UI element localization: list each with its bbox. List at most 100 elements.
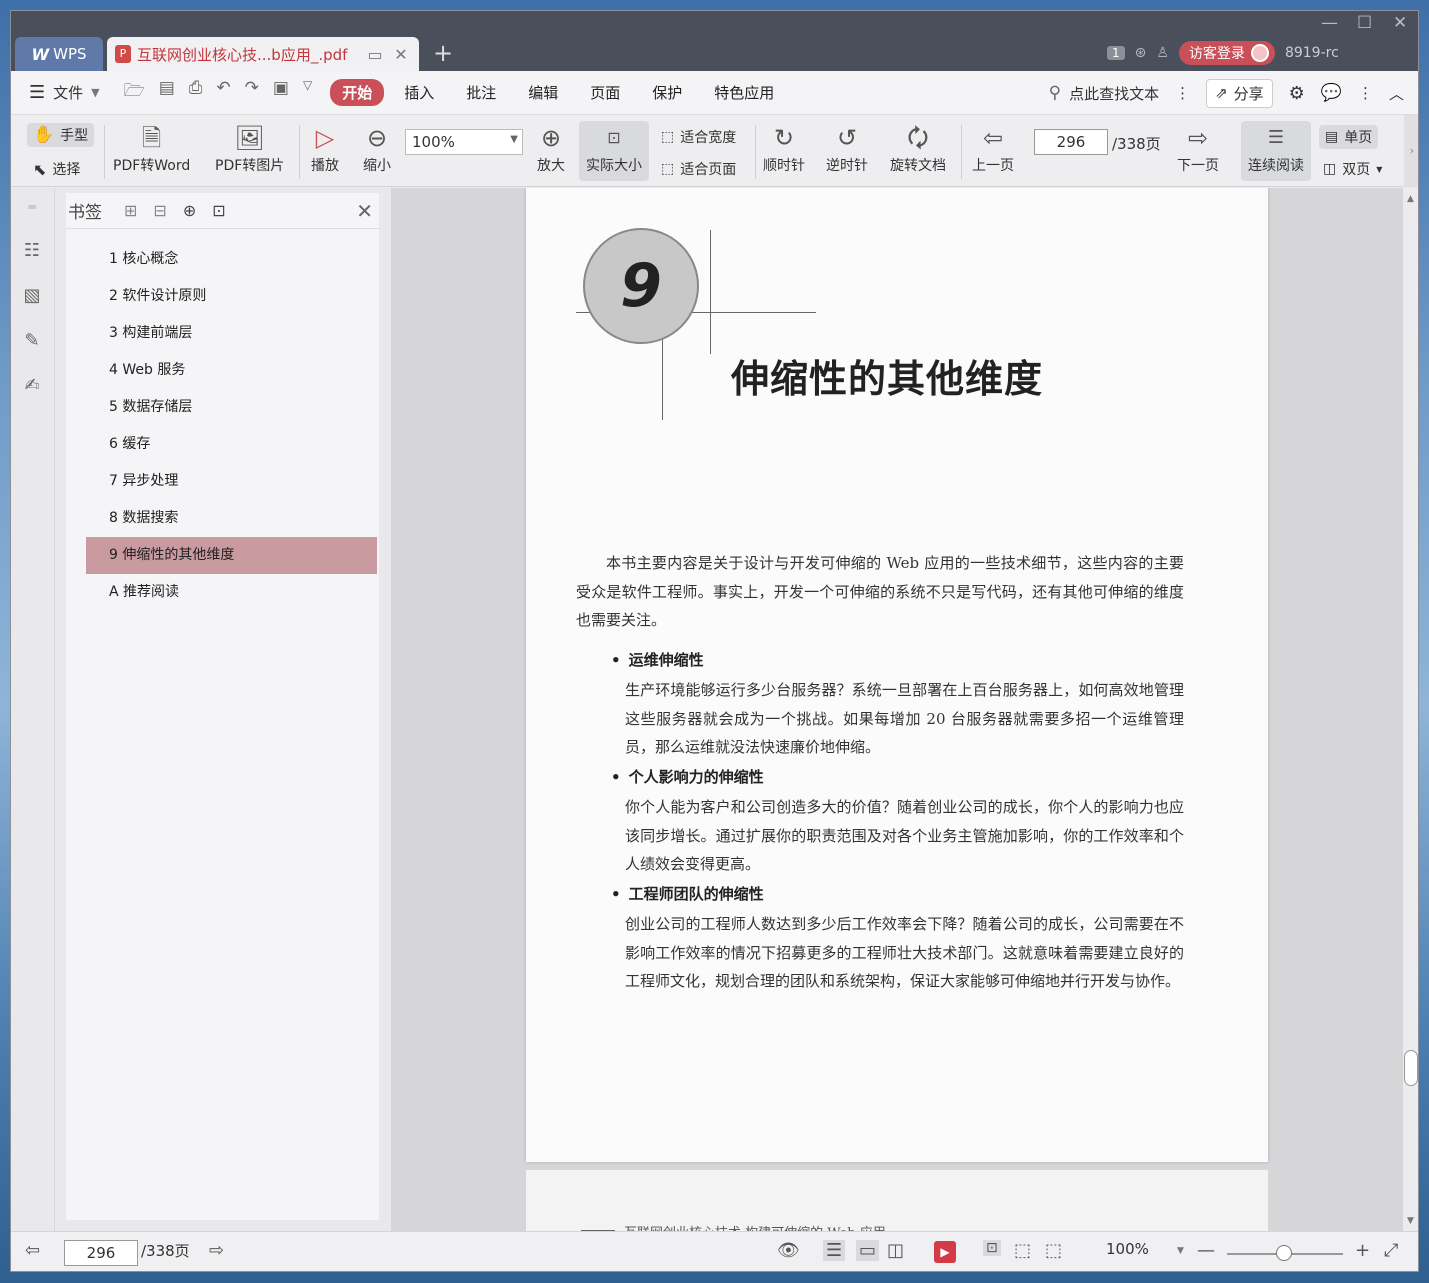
annotation-icon[interactable]: ✎ — [21, 330, 43, 352]
hand-tool-button[interactable]: ✋ 手型 — [27, 123, 95, 147]
scroll-up-icon[interactable]: ▲ — [1407, 194, 1414, 204]
actual-size-button[interactable]: ⊡ 实际大小 — [579, 121, 649, 181]
zoom-plus-icon[interactable]: + — [1355, 1240, 1370, 1261]
maximize-button[interactable]: ☐ — [1357, 13, 1372, 33]
collapse-ribbon-icon[interactable]: ︿ — [1389, 83, 1404, 104]
comment-icon[interactable]: 💬 — [1321, 83, 1342, 103]
prev-page-arrow-icon[interactable]: ⇦ — [25, 1240, 40, 1261]
pdf-to-word-button[interactable]: 🗎 PDF转Word — [113, 121, 190, 175]
rotate-counterclockwise-label: 逆时针 — [826, 158, 868, 174]
tab-insert[interactable]: 插入 — [392, 79, 446, 106]
save-icon[interactable]: ▤ — [159, 78, 175, 107]
zoom-slider-knob[interactable] — [1276, 1245, 1292, 1261]
fit-page-button[interactable]: ⬚ 适合页面 — [661, 159, 736, 179]
tab-annotate[interactable]: 批注 — [454, 79, 508, 106]
bookmark-properties-icon[interactable]: ⊡ — [212, 201, 225, 220]
fit-width-status-icon[interactable]: ⬚ — [1014, 1240, 1031, 1261]
fit-width-button[interactable]: ⬚ 适合宽度 — [661, 127, 736, 147]
open-folder-icon[interactable]: 🗁 — [124, 78, 145, 107]
play-slideshow-icon[interactable]: ▶ — [934, 1241, 956, 1263]
minimize-button[interactable]: — — [1321, 13, 1338, 33]
signature-icon[interactable]: ✍ — [21, 375, 43, 397]
find-text[interactable]: ⚲ 点此查找文本 — [1049, 83, 1159, 104]
scroll-down-icon[interactable]: ▼ — [1407, 1216, 1414, 1226]
bookmark-item[interactable]: 1 核心概念 — [86, 241, 377, 278]
share-button[interactable]: ⇗ 分享 — [1206, 78, 1273, 108]
more-dropdown-icon[interactable]: ▽ — [303, 78, 312, 107]
vertical-scrollbar[interactable]: ▲ ▼ — [1403, 188, 1418, 1231]
monitor-icon[interactable]: ▭ — [365, 45, 385, 64]
bookmark-item[interactable]: 6 缓存 — [86, 426, 377, 463]
more-vertical-icon[interactable]: ⋮ — [1175, 84, 1190, 102]
eye-protection-icon[interactable]: 👁 — [777, 1240, 800, 1261]
bookmark-list-icon[interactable]: ☷ — [21, 240, 43, 262]
double-page-button[interactable]: ◫ 双页 ▼ — [1323, 159, 1382, 179]
tab-page[interactable]: 页面 — [578, 79, 632, 106]
undo-icon[interactable]: ↶ — [216, 78, 230, 107]
continuous-reading-label: 连续阅读 — [1248, 158, 1304, 174]
continuous-view-icon[interactable]: ☰ — [823, 1240, 846, 1261]
more-options-icon[interactable]: ⋮ — [1358, 84, 1373, 102]
select-tool-button[interactable]: ⬉ 选择 — [33, 159, 80, 179]
bookmark-item-selected[interactable]: 9 伸缩性的其他维度 — [86, 537, 377, 574]
guest-login-button[interactable]: 访客登录 — [1178, 41, 1275, 65]
zoom-dropdown-icon[interactable]: ▼ — [1177, 1246, 1184, 1256]
window-count-badge[interactable]: 1 — [1107, 46, 1125, 60]
page-number-input[interactable]: 296 — [1034, 129, 1108, 155]
rotate-clockwise-button[interactable]: ↻ 顺时针 — [763, 121, 805, 175]
bookmark-item[interactable]: 7 异步处理 — [86, 463, 377, 500]
bookmark-item[interactable]: 4 Web 服务 — [86, 352, 377, 389]
print-icon[interactable]: ⎙ — [189, 78, 203, 107]
tab-edit[interactable]: 编辑 — [516, 79, 570, 106]
skin-icon[interactable]: ♙ — [1156, 45, 1169, 61]
close-window-button[interactable]: ✕ — [1393, 13, 1407, 33]
sync-icon[interactable]: ⊛ — [1135, 45, 1147, 61]
bookmark-item[interactable]: 3 构建前端层 — [86, 315, 377, 352]
double-page-icon: ◫ — [1323, 161, 1337, 177]
prev-page-button[interactable]: ⇦ 上一页 — [972, 121, 1014, 175]
single-page-button[interactable]: ▤ 单页 — [1319, 125, 1379, 149]
thumbnail-image-icon[interactable]: ▧ — [21, 285, 43, 307]
rotate-document-button[interactable]: 🗘 旋转文档 — [890, 121, 946, 175]
continuous-reading-button[interactable]: ☰ 连续阅读 — [1241, 121, 1311, 181]
actual-size-status-icon[interactable]: ⊡ — [983, 1240, 1001, 1256]
settings-gear-icon[interactable]: ⚙ — [1289, 83, 1305, 104]
expand-all-icon[interactable]: ⊞ — [124, 201, 137, 220]
pdf-to-image-button[interactable]: 🖼 PDF转图片 — [215, 121, 284, 175]
panel-handle-icon[interactable]: ═ — [21, 200, 43, 222]
status-page-input[interactable]: 296 — [64, 1240, 138, 1266]
bookmark-item[interactable]: 5 数据存储层 — [86, 389, 377, 426]
export-icon[interactable]: ▣ — [273, 78, 289, 107]
single-view-icon[interactable]: ▭ — [856, 1240, 880, 1261]
fullscreen-icon[interactable]: ⤢ — [1384, 1240, 1398, 1261]
document-tab[interactable]: P 互联网创业核心技...b应用_.pdf ▭ ✕ — [107, 37, 419, 71]
bookmark-item[interactable]: 8 数据搜索 — [86, 500, 377, 537]
redo-icon[interactable]: ↷ — [245, 78, 259, 107]
bookmark-item[interactable]: A 推荐阅读 — [86, 574, 377, 611]
tab-protect[interactable]: 保护 — [640, 79, 694, 106]
rotate-counterclockwise-button[interactable]: ↺ 逆时针 — [826, 121, 868, 175]
scroll-thumb[interactable] — [1404, 1050, 1418, 1086]
double-view-icon[interactable]: ◫ — [887, 1240, 904, 1261]
file-menu[interactable]: ☰ 文件 ▼ — [29, 82, 100, 103]
zoom-minus-icon[interactable]: — — [1197, 1240, 1215, 1261]
zoom-in-button[interactable]: ⊕ 放大 — [537, 121, 565, 175]
next-page-arrow-icon[interactable]: ⇨ — [209, 1240, 224, 1261]
document-view[interactable]: 9 伸缩性的其他维度 本书主要内容是关于设计与开发可伸缩的 Web 应用的一些技… — [391, 188, 1403, 1231]
play-button[interactable]: ▷ 播放 — [311, 121, 339, 175]
close-tab-icon[interactable]: ✕ — [391, 45, 411, 64]
ribbon-scroll-right[interactable]: › — [1404, 115, 1418, 187]
tab-start[interactable]: 开始 — [330, 79, 385, 106]
next-page-button[interactable]: ⇨ 下一页 — [1177, 121, 1219, 175]
zoom-select[interactable]: 100% ▼ — [405, 129, 523, 155]
wps-home-tab[interactable]: W WPS — [15, 37, 103, 71]
tab-special[interactable]: 特色应用 — [702, 79, 786, 106]
divider — [104, 125, 105, 179]
close-panel-icon[interactable]: ✕ — [356, 199, 373, 223]
bookmark-item[interactable]: 2 软件设计原则 — [86, 278, 377, 315]
zoom-out-button[interactable]: ⊖ 缩小 — [363, 121, 391, 175]
fit-page-status-icon[interactable]: ⬚ — [1045, 1240, 1062, 1261]
collapse-all-icon[interactable]: ⊟ — [153, 201, 166, 220]
new-tab-button[interactable]: + — [433, 39, 453, 67]
add-bookmark-icon[interactable]: ⊕ — [183, 201, 196, 220]
